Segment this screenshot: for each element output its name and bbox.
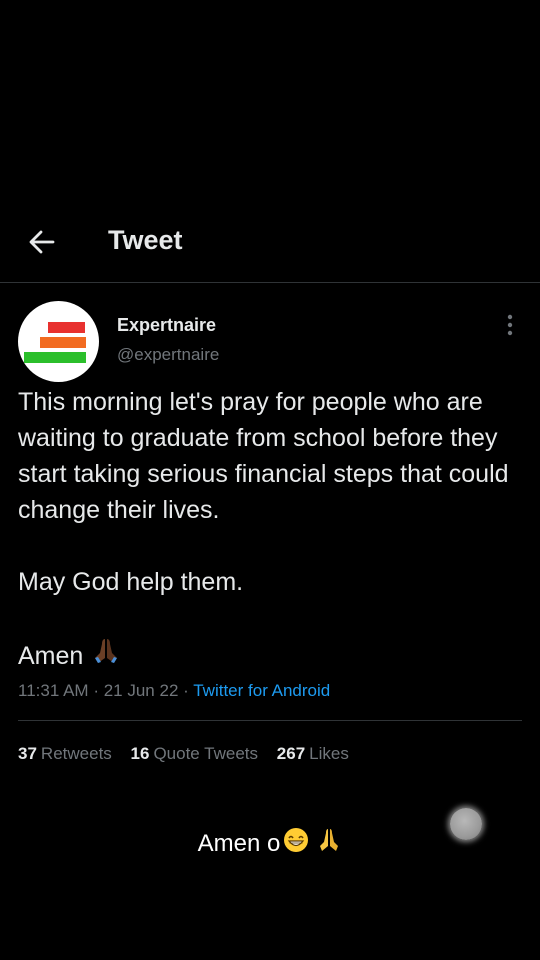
avatar-stripe-green xyxy=(24,352,86,363)
tweet-paragraph: Amen xyxy=(18,636,528,676)
tweet-paragraph: This morning let's pray for people who a… xyxy=(18,388,509,524)
tweet-time: 11:31 AM xyxy=(18,681,89,700)
tweet-stats: 37 Retweets 16 Quote Tweets 267 Likes xyxy=(18,744,363,764)
grinning-face-icon xyxy=(282,826,310,861)
quote-tweets-label: Quote Tweets xyxy=(153,744,259,763)
arrow-left-icon xyxy=(29,230,55,254)
meta-separator: · xyxy=(93,681,99,700)
likes-count: 267 xyxy=(276,744,306,763)
meta-separator: · xyxy=(183,681,189,700)
floating-assistive-button[interactable] xyxy=(450,808,482,840)
avatar[interactable] xyxy=(18,301,99,382)
folded-hands-dark-skin-icon xyxy=(91,636,121,676)
tweet-date: 21 Jun 22 xyxy=(103,681,179,700)
likes-stat[interactable]: 267 Likes xyxy=(277,744,349,764)
quote-tweets-count: 16 xyxy=(130,744,150,763)
more-vertical-icon xyxy=(507,314,513,336)
retweets-stat[interactable]: 37 Retweets xyxy=(18,744,112,764)
author-handle[interactable]: @expertnaire xyxy=(117,345,219,365)
tweet-text: This morning let's pray for people who a… xyxy=(18,384,528,676)
tweet-meta: 11:31 AM · 21 Jun 22 · Twitter for Andro… xyxy=(18,681,330,701)
back-button[interactable] xyxy=(28,228,56,256)
tweet-amen-text: Amen xyxy=(18,642,84,670)
avatar-stripe-orange xyxy=(40,337,86,348)
likes-label: Likes xyxy=(309,744,349,763)
author-display-name[interactable]: Expertnaire xyxy=(117,315,216,336)
retweets-label: Retweets xyxy=(40,744,112,763)
divider xyxy=(18,720,522,721)
caption-text: Amen o xyxy=(197,829,281,857)
tweet-paragraph: May God help them. xyxy=(18,568,244,596)
folded-hands-icon xyxy=(316,827,342,860)
avatar-stripe-red xyxy=(48,322,85,333)
page-title: Tweet xyxy=(108,225,183,255)
quote-tweets-stat[interactable]: 16 Quote Tweets xyxy=(131,744,259,764)
tweet-header: Tweet xyxy=(0,212,540,283)
more-options-button[interactable] xyxy=(498,312,522,338)
tweet-source-link[interactable]: Twitter for Android xyxy=(193,681,330,700)
retweets-count: 37 xyxy=(18,744,37,763)
